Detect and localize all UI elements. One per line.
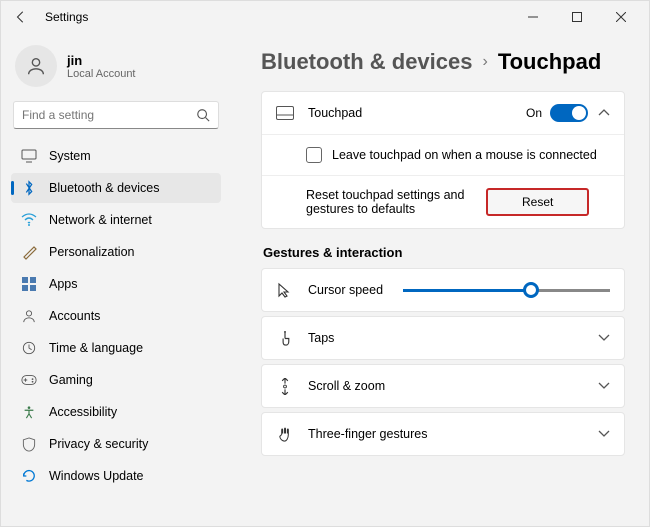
close-button[interactable]	[599, 3, 643, 31]
leave-on-row[interactable]: Leave touchpad on when a mouse is connec…	[262, 134, 624, 175]
cursor-icon	[276, 281, 294, 299]
nav-bluetooth[interactable]: Bluetooth & devices	[11, 173, 221, 203]
profile[interactable]: jin Local Account	[15, 45, 217, 87]
nav-network[interactable]: Network & internet	[11, 205, 221, 235]
reset-button[interactable]: Reset	[486, 188, 589, 216]
search-box[interactable]	[13, 101, 219, 129]
breadcrumb: Bluetooth & devices › Touchpad	[261, 49, 631, 75]
search-icon	[196, 108, 210, 122]
cursor-speed-slider[interactable]	[403, 289, 610, 292]
nav-apps[interactable]: Apps	[11, 269, 221, 299]
system-icon	[21, 148, 37, 164]
nav-label: System	[49, 149, 91, 163]
cursor-speed-card[interactable]: Cursor speed	[261, 268, 625, 312]
three-finger-card[interactable]: Three-finger gestures	[261, 412, 625, 456]
gaming-icon	[21, 372, 37, 388]
leave-on-label: Leave touchpad on when a mouse is connec…	[332, 148, 597, 162]
hand-icon	[276, 425, 294, 443]
tap-icon	[276, 329, 294, 347]
nav-label: Privacy & security	[49, 437, 148, 451]
nav-update[interactable]: Windows Update	[11, 461, 221, 491]
shield-icon	[21, 436, 37, 452]
touchpad-state: On	[526, 106, 542, 120]
nav-gaming[interactable]: Gaming	[11, 365, 221, 395]
chevron-up-icon[interactable]	[598, 109, 610, 117]
touchpad-row[interactable]: Touchpad On	[262, 92, 624, 134]
gestures-title: Gestures & interaction	[263, 245, 625, 260]
three-finger-label: Three-finger gestures	[308, 427, 588, 441]
leave-on-checkbox[interactable]	[306, 147, 322, 163]
user-icon	[21, 308, 37, 324]
nav-label: Gaming	[49, 373, 93, 387]
nav-accounts[interactable]: Accounts	[11, 301, 221, 331]
breadcrumb-parent[interactable]: Bluetooth & devices	[261, 49, 472, 75]
nav-label: Network & internet	[49, 213, 152, 227]
clock-icon	[21, 340, 37, 356]
taps-label: Taps	[308, 331, 588, 345]
maximize-button[interactable]	[555, 3, 599, 31]
nav-label: Time & language	[49, 341, 143, 355]
nav-label: Bluetooth & devices	[49, 181, 160, 195]
nav-label: Accessibility	[49, 405, 117, 419]
nav-personalization[interactable]: Personalization	[11, 237, 221, 267]
scroll-zoom-label: Scroll & zoom	[308, 379, 588, 393]
accessibility-icon	[21, 404, 37, 420]
window-title: Settings	[45, 10, 88, 24]
scroll-zoom-card[interactable]: Scroll & zoom	[261, 364, 625, 408]
profile-sub: Local Account	[67, 68, 136, 80]
reset-row: Reset touchpad settings and gestures to …	[262, 175, 624, 228]
bluetooth-icon	[21, 180, 37, 196]
nav-accessibility[interactable]: Accessibility	[11, 397, 221, 427]
touchpad-toggle[interactable]	[550, 104, 588, 122]
brush-icon	[21, 244, 37, 260]
wifi-icon	[21, 212, 37, 228]
nav-label: Apps	[49, 277, 78, 291]
scroll-icon	[276, 377, 294, 395]
apps-icon	[21, 276, 37, 292]
nav-time[interactable]: Time & language	[11, 333, 221, 363]
chevron-down-icon	[598, 382, 610, 390]
chevron-right-icon: ›	[482, 53, 487, 71]
taps-card[interactable]: Taps	[261, 316, 625, 360]
search-input[interactable]	[22, 108, 196, 122]
touchpad-card: Touchpad On Leave touchpad on when a mou…	[261, 91, 625, 229]
nav-label: Windows Update	[49, 469, 144, 483]
nav-privacy[interactable]: Privacy & security	[11, 429, 221, 459]
avatar	[15, 45, 57, 87]
update-icon	[21, 468, 37, 484]
touchpad-icon	[276, 104, 294, 122]
touchpad-label: Touchpad	[308, 106, 526, 120]
nav-label: Accounts	[49, 309, 100, 323]
nav-label: Personalization	[49, 245, 134, 259]
cursor-speed-label: Cursor speed	[308, 283, 383, 297]
chevron-down-icon	[598, 334, 610, 342]
page-title: Touchpad	[498, 49, 601, 75]
chevron-down-icon	[598, 430, 610, 438]
profile-name: jin	[67, 53, 136, 68]
minimize-button[interactable]	[511, 3, 555, 31]
nav-system[interactable]: System	[11, 141, 221, 171]
reset-label: Reset touchpad settings and gestures to …	[306, 188, 486, 216]
sidebar: jin Local Account System Bluetooth & dev…	[1, 33, 231, 526]
back-button[interactable]	[7, 3, 35, 31]
